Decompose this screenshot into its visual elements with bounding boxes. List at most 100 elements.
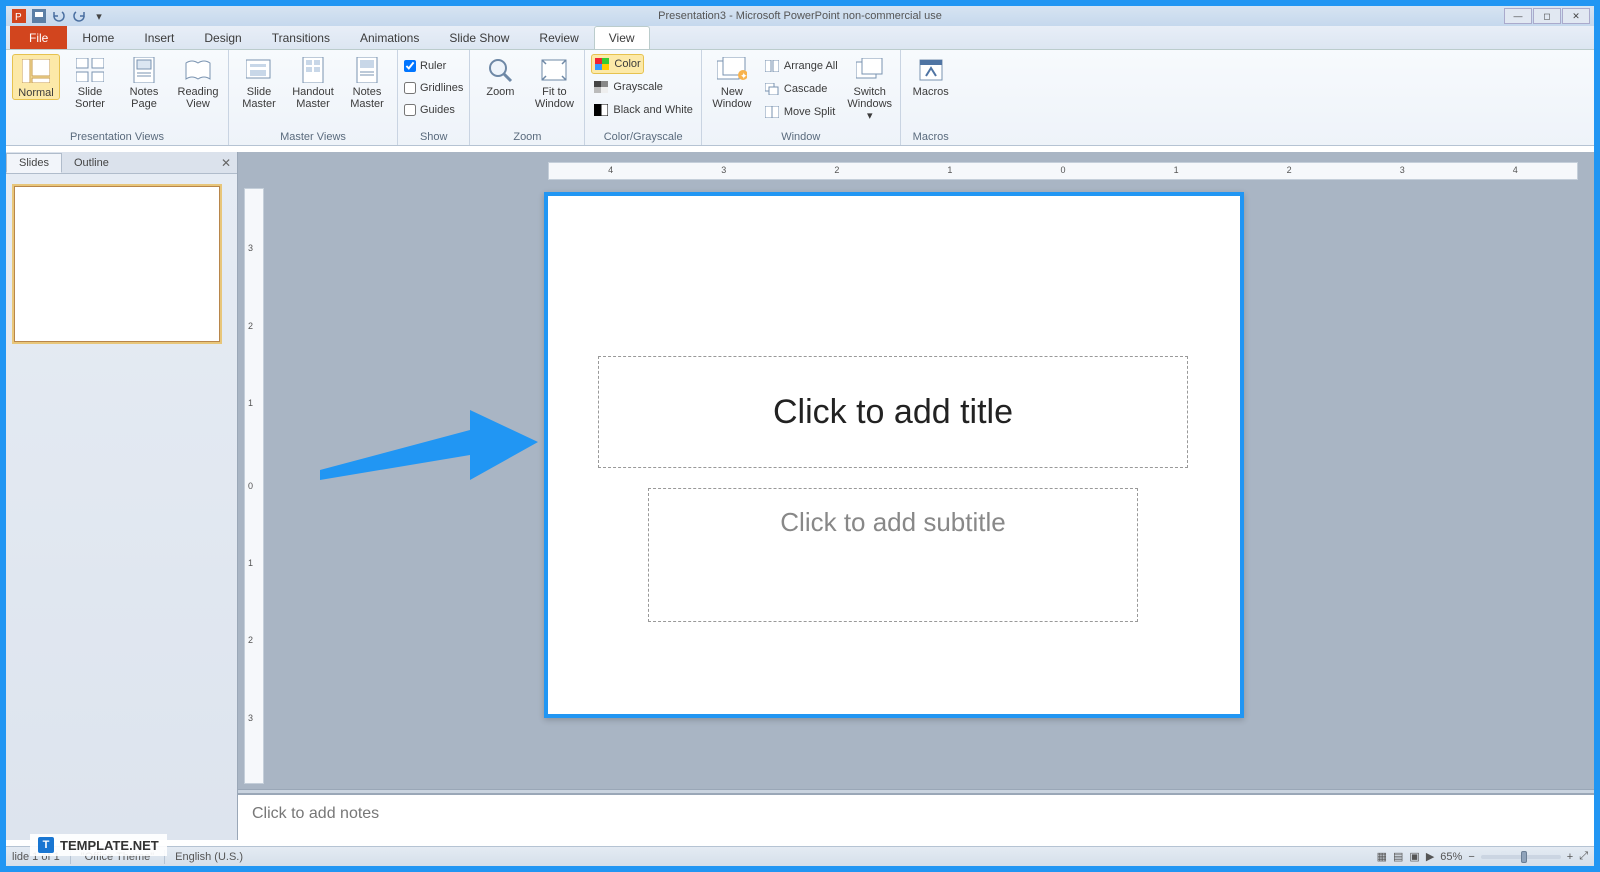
status-language[interactable]: English (U.S.)	[175, 851, 243, 863]
new-window-icon: ✦	[716, 56, 748, 84]
maximize-button[interactable]: ◻	[1533, 8, 1561, 24]
slide-thumbnail-1[interactable]	[14, 186, 220, 342]
minimize-button[interactable]: —	[1504, 8, 1532, 24]
black-white-button[interactable]: Black and White	[591, 100, 694, 120]
slides-outline-panel: Slides Outline ✕	[6, 152, 238, 840]
panel-tab-outline[interactable]: Outline	[62, 154, 121, 172]
normal-label: Normal	[18, 87, 53, 99]
tab-design[interactable]: Design	[189, 26, 256, 49]
ribbon-tabs: File Home Insert Design Transitions Anim…	[6, 26, 1594, 50]
new-window-button[interactable]: ✦ New Window	[708, 54, 756, 110]
panel-close-icon[interactable]: ✕	[221, 156, 231, 170]
status-right-cluster: ▦ ▤ ▣ ▶ 65% − + ⤢	[1377, 850, 1588, 863]
handout-master-button[interactable]: Handout Master	[289, 54, 337, 110]
zoom-label: Zoom	[486, 86, 514, 98]
watermark-text: TEMPLATE.NET	[60, 838, 159, 853]
redo-icon[interactable]	[70, 8, 88, 24]
show-group-label: Show	[404, 129, 463, 145]
reading-view-label: Reading View	[174, 86, 222, 110]
tab-insert[interactable]: Insert	[129, 26, 189, 49]
save-icon[interactable]	[30, 8, 48, 24]
arrange-all-icon	[764, 59, 780, 73]
view-normal-icon[interactable]: ▦	[1377, 850, 1387, 863]
tab-animations[interactable]: Animations	[345, 26, 434, 49]
bw-swatch-icon	[593, 103, 609, 117]
color-grayscale-group-label: Color/Grayscale	[591, 129, 694, 145]
normal-view-button[interactable]: Normal	[12, 54, 60, 100]
vertical-ruler: 3 2 1 0 1 2 3	[244, 188, 264, 784]
move-split-icon	[764, 105, 780, 119]
zoom-group-label: Zoom	[476, 129, 578, 145]
annotation-arrow-icon	[320, 400, 540, 490]
cascade-button[interactable]: Cascade	[762, 79, 840, 99]
arrange-all-button[interactable]: Arrange All	[762, 56, 840, 76]
color-swatch-icon	[594, 57, 610, 71]
group-macros: Macros Macros	[901, 50, 961, 145]
notes-master-label: Notes Master	[343, 86, 391, 110]
zoom-button[interactable]: Zoom	[476, 54, 524, 98]
qat-dropdown-icon[interactable]: ▾	[90, 8, 108, 24]
zoom-slider[interactable]	[1481, 855, 1561, 859]
ribbon: Normal Slide Sorter Notes Page Reading V…	[6, 50, 1594, 146]
ruler-checkbox[interactable]: Ruler	[404, 56, 446, 76]
zoom-out-button[interactable]: −	[1468, 851, 1474, 863]
macros-icon	[915, 56, 947, 84]
color-button[interactable]: Color	[591, 54, 643, 74]
undo-icon[interactable]	[50, 8, 68, 24]
slide-master-icon	[243, 56, 275, 84]
group-zoom: Zoom Fit to Window Zoom	[470, 50, 585, 145]
group-master-views: Slide Master Handout Master Notes Master…	[229, 50, 398, 145]
cascade-icon	[764, 82, 780, 96]
tab-slideshow[interactable]: Slide Show	[434, 26, 524, 49]
tab-transitions[interactable]: Transitions	[257, 26, 345, 49]
gridlines-checkbox[interactable]: Gridlines	[404, 78, 463, 98]
zoom-in-button[interactable]: +	[1567, 851, 1573, 863]
slide-sorter-button[interactable]: Slide Sorter	[66, 54, 114, 110]
view-slideshow-icon[interactable]: ▶	[1426, 850, 1434, 863]
reading-view-icon	[182, 56, 214, 84]
slide-canvas-area: 4 3 2 1 0 1 2 3 4 3 2 1 0 1 2 3 Click to…	[238, 152, 1594, 840]
guides-checkbox[interactable]: Guides	[404, 100, 455, 120]
macros-button[interactable]: Macros	[907, 54, 955, 98]
grayscale-button[interactable]: Grayscale	[591, 77, 665, 97]
title-bar: P ▾ Presentation3 - Microsoft PowerPoint…	[6, 6, 1594, 26]
template-t-icon: T	[38, 837, 54, 853]
ppt-app-icon[interactable]: P	[10, 8, 28, 24]
slide-sorter-icon	[74, 56, 106, 84]
notes-master-button[interactable]: Notes Master	[343, 54, 391, 110]
window-group-label: Window	[708, 129, 894, 145]
fit-to-window-button[interactable]: Fit to Window	[530, 54, 578, 110]
reading-view-button[interactable]: Reading View	[174, 54, 222, 110]
quick-access-toolbar: P ▾	[6, 8, 108, 24]
switch-windows-label: Switch Windows	[846, 86, 894, 110]
group-color-grayscale: Color Grayscale Black and White Color/Gr…	[585, 50, 701, 145]
title-placeholder[interactable]: Click to add title	[598, 356, 1188, 468]
tab-home[interactable]: Home	[67, 26, 129, 49]
subtitle-placeholder[interactable]: Click to add subtitle	[648, 488, 1138, 622]
notes-page-label: Notes Page	[120, 86, 168, 110]
macros-group-label: Macros	[907, 129, 955, 145]
notes-page-button[interactable]: Notes Page	[120, 54, 168, 110]
slide-master-label: Slide Master	[235, 86, 283, 110]
view-reading-icon[interactable]: ▣	[1409, 850, 1419, 863]
slide-master-button[interactable]: Slide Master	[235, 54, 283, 110]
group-window: ✦ New Window Arrange All Cascade Move Sp…	[702, 50, 901, 145]
zoom-percent[interactable]: 65%	[1440, 851, 1462, 863]
grayscale-swatch-icon	[593, 80, 609, 94]
close-button[interactable]: ✕	[1562, 8, 1590, 24]
switch-windows-button[interactable]: Switch Windows ▾	[846, 54, 894, 122]
panel-tab-slides[interactable]: Slides	[6, 153, 62, 173]
panel-tabs: Slides Outline ✕	[6, 152, 237, 174]
tab-view[interactable]: View	[594, 26, 650, 49]
view-sorter-icon[interactable]: ▤	[1393, 850, 1403, 863]
tab-review[interactable]: Review	[524, 26, 593, 49]
presentation-views-group-label: Presentation Views	[12, 129, 222, 145]
slide-canvas[interactable]: Click to add title Click to add subtitle	[544, 192, 1244, 718]
fit-to-window-status-icon[interactable]: ⤢	[1579, 850, 1588, 863]
notes-pane[interactable]: Click to add notes	[238, 794, 1594, 840]
move-split-button[interactable]: Move Split	[762, 102, 840, 122]
tab-file[interactable]: File	[10, 26, 67, 49]
horizontal-ruler: 4 3 2 1 0 1 2 3 4	[548, 162, 1578, 180]
group-presentation-views: Normal Slide Sorter Notes Page Reading V…	[6, 50, 229, 145]
watermark-badge: T TEMPLATE.NET	[30, 834, 167, 856]
